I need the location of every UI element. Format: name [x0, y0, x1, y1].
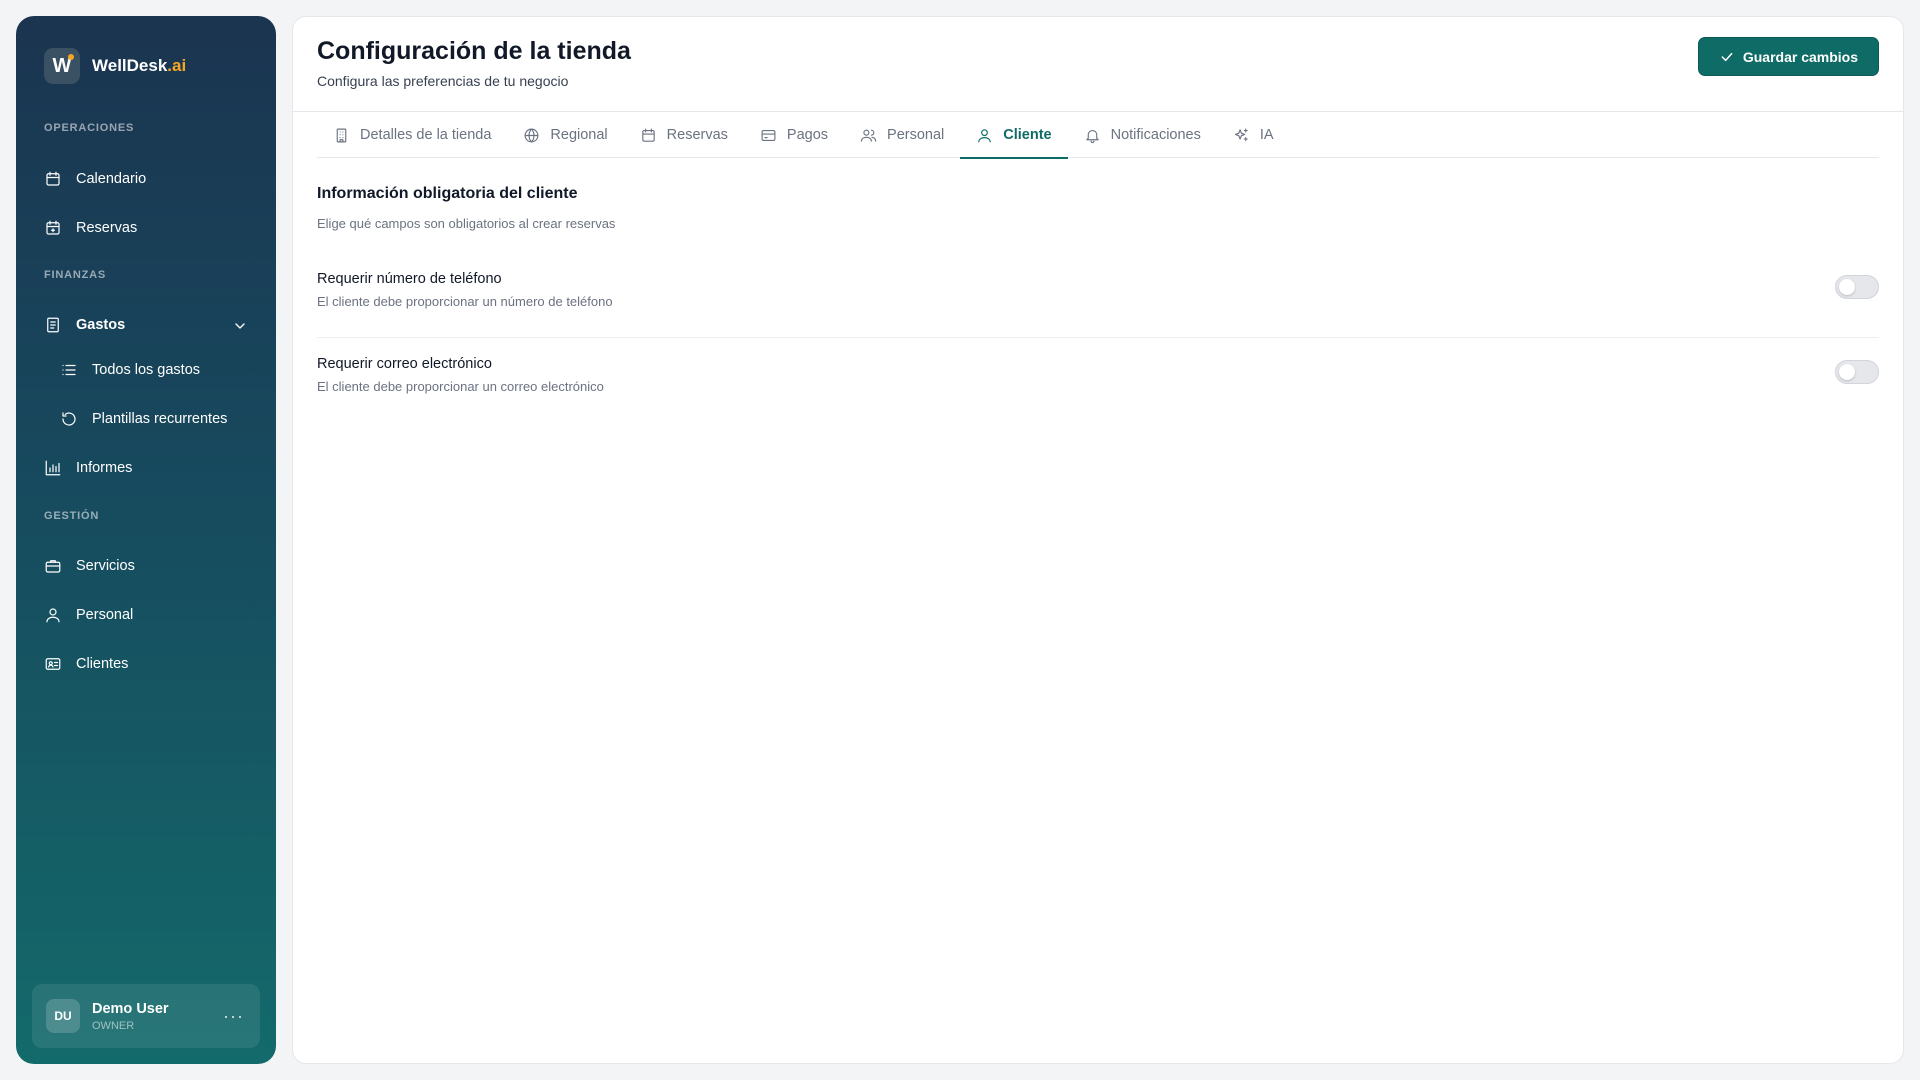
brand-name-suffix: .ai	[167, 56, 187, 75]
sidebar-item-label: Servicios	[76, 558, 135, 574]
sidebar-item-reservas[interactable]: Reservas	[44, 216, 137, 240]
section-title: Información obligatoria del cliente	[317, 185, 578, 202]
tab-ia[interactable]: IA	[1217, 112, 1290, 158]
section-label-finanzas: FINANZAS	[44, 269, 107, 281]
tab-label: IA	[1259, 127, 1274, 143]
sidebar-item-label: Todos los gastos	[92, 362, 201, 378]
sidebar-item-label: Clientes	[76, 656, 129, 672]
sidebar-item-label: Calendario	[76, 171, 147, 187]
user-icon	[46, 608, 60, 623]
tab-label: Personal	[887, 127, 945, 143]
check-icon	[1721, 52, 1733, 61]
page-title: Configuración de la tienda	[317, 37, 631, 65]
avatar: DU	[46, 999, 80, 1033]
globe-icon	[524, 128, 539, 142]
users-icon	[860, 129, 877, 142]
sidebar-item-calendario[interactable]: Calendario	[44, 167, 146, 191]
setting-description: El cliente debe proporcionar un número d…	[317, 294, 613, 309]
setting-title: Requerir correo electrónico	[317, 356, 492, 372]
list-icon	[62, 364, 76, 376]
calendar-icon	[46, 171, 60, 186]
toggle-knob	[1839, 279, 1855, 295]
section-description: Elige qué campos son obligatorios al cre…	[317, 216, 616, 231]
save-button-label: Guardar cambios	[1742, 48, 1858, 65]
calendar-plus-icon	[46, 220, 60, 235]
brand-name: WellDesk.ai	[92, 56, 186, 76]
chevron-down-icon[interactable]	[232, 318, 248, 334]
credit-card-icon	[761, 129, 776, 141]
bell-icon	[1085, 129, 1099, 143]
setting-description: El cliente debe proporcionar un correo e…	[317, 379, 604, 394]
setting-row-correo: Requerir correo electrónico El cliente d…	[317, 337, 1879, 421]
tab-pagos[interactable]: Pagos	[744, 112, 844, 158]
sidebar: W WellDesk.ai OPERACIONES Calendario Res…	[16, 16, 276, 1064]
tab-label: Regional	[550, 127, 608, 143]
calendar-icon	[641, 128, 655, 142]
save-button[interactable]: Guardar cambios	[1697, 37, 1879, 76]
sidebar-item-informes[interactable]: Informes	[44, 456, 132, 480]
tab-regional[interactable]: Regional	[507, 112, 623, 158]
tab-label: Detalles de la tienda	[360, 127, 492, 143]
tab-detalles-tienda[interactable]: Detalles de la tienda	[317, 112, 507, 158]
building-icon	[336, 128, 347, 142]
section-label-gestion: GESTIÓN	[44, 510, 100, 522]
more-options-icon[interactable]: ···	[223, 1006, 244, 1027]
sidebar-item-label: Reservas	[76, 220, 138, 236]
tab-reservas[interactable]: Reservas	[624, 112, 744, 158]
sparkles-icon	[1234, 128, 1248, 141]
tab-label: Pagos	[786, 127, 829, 143]
tab-label: Reservas	[666, 127, 728, 143]
tab-personal[interactable]: Personal	[844, 112, 960, 158]
sidebar-item-label: Gastos	[76, 317, 126, 333]
brand-name-text: WellDesk	[92, 56, 168, 75]
tab-label: Cliente	[1003, 127, 1052, 143]
sidebar-item-plantillas[interactable]: Plantillas recurrentes	[60, 407, 227, 431]
toggle-knob	[1839, 364, 1855, 380]
user-role: OWNER	[92, 1019, 135, 1032]
sidebar-item-label: Personal	[76, 607, 134, 623]
brand[interactable]: W WellDesk.ai	[44, 48, 186, 84]
sidebar-item-label: Plantillas recurrentes	[92, 411, 228, 427]
sidebar-item-clientes[interactable]: Clientes	[44, 652, 128, 676]
require-email-toggle[interactable]	[1835, 360, 1879, 384]
setting-row-telefono: Requerir número de teléfono El cliente d…	[317, 253, 1879, 337]
user-card[interactable]: DU Demo User OWNER ···	[32, 984, 260, 1048]
main-panel: Configuración de la tienda Configura las…	[292, 16, 1904, 1064]
sidebar-item-todos-gastos[interactable]: Todos los gastos	[60, 358, 200, 382]
section-label-operaciones: OPERACIONES	[44, 122, 135, 134]
briefcase-icon	[45, 560, 61, 573]
setting-title: Requerir número de teléfono	[317, 271, 502, 287]
user-info: Demo User OWNER	[92, 1001, 169, 1032]
brand-logo: W	[44, 48, 80, 84]
rotate-icon	[62, 412, 76, 426]
brand-logo-dot	[68, 54, 74, 60]
tab-notificaciones[interactable]: Notificaciones	[1068, 112, 1217, 158]
bar-chart-icon	[45, 460, 61, 476]
sidebar-item-servicios[interactable]: Servicios	[44, 554, 135, 578]
contact-card-icon	[45, 658, 61, 670]
user-name: Demo User	[92, 1000, 169, 1017]
settings-tabs: Detalles de la tienda Regional Reservas …	[317, 112, 1879, 159]
page-subtitle: Configura las preferencias de tu negocio	[317, 73, 569, 89]
sidebar-item-label: Informes	[76, 460, 133, 476]
receipt-icon	[47, 317, 59, 333]
user-icon	[978, 128, 991, 142]
sidebar-item-gastos[interactable]: Gastos	[44, 313, 248, 337]
cliente-settings-section: Información obligatoria del cliente Elig…	[317, 185, 1879, 421]
require-phone-toggle[interactable]	[1835, 275, 1879, 299]
tab-label: Notificaciones	[1110, 127, 1201, 143]
sidebar-item-personal[interactable]: Personal	[44, 603, 133, 627]
tab-cliente[interactable]: Cliente	[960, 112, 1068, 159]
